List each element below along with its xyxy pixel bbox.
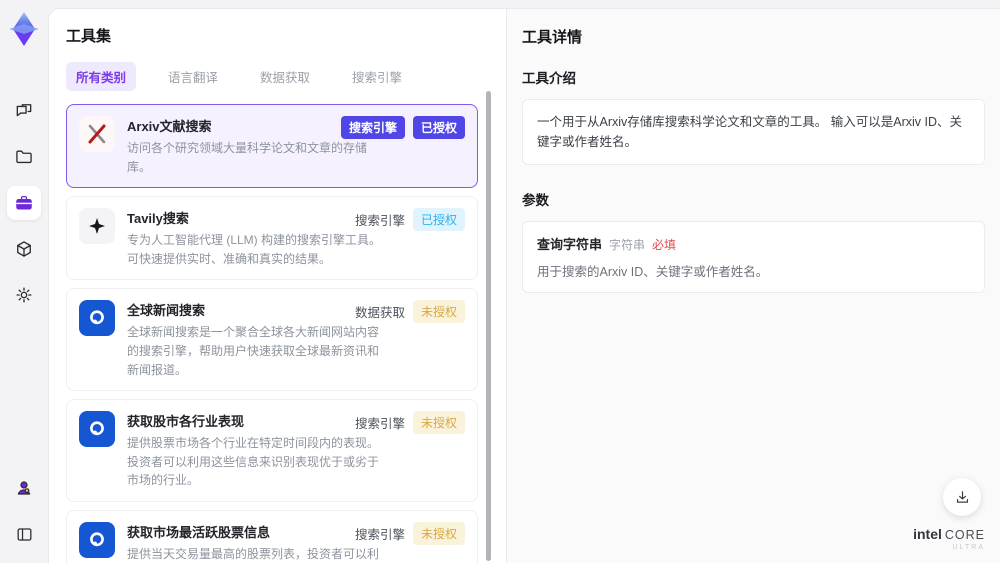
status-badge: 已授权: [412, 116, 465, 139]
status-badge: 未授权: [412, 411, 465, 435]
tool-list-panel: 工具集 所有类别 语言翻译 数据获取 搜索引擎 Arxiv文献搜索 访问各个研究…: [49, 9, 506, 563]
briefcase-icon: [16, 196, 32, 210]
category-tabs: 所有类别 语言翻译 数据获取 搜索引擎: [66, 62, 482, 91]
tab-search-engine[interactable]: 搜索引擎: [342, 62, 412, 91]
status-badge: 未授权: [412, 300, 465, 324]
param-desc: 用于搜索的Arxiv ID、关键字或作者姓名。: [537, 265, 769, 279]
tool-name: 获取股市各行业表现: [127, 414, 245, 430]
param-required-badge: 必填: [652, 238, 677, 252]
chat-icon: [16, 104, 32, 117]
detail-title: 工具详情: [522, 29, 583, 46]
user-avatar[interactable]: [7, 471, 41, 505]
tool-card-tavily[interactable]: Tavily搜索 专为人工智能代理 (LLM) 构建的搜索引擎工具。可快速提供实…: [66, 196, 478, 281]
param-card: 查询字符串 字符串 必填 用于搜索的Arxiv ID、关键字或作者姓名。: [522, 221, 985, 293]
download-button[interactable]: [943, 478, 981, 516]
rail-item-chat[interactable]: [7, 94, 41, 128]
category-label: 数据获取: [354, 306, 405, 321]
intro-text: 一个用于从Arxiv存储库搜索科学论文和文章的工具。 输入可以是Arxiv ID…: [537, 115, 963, 149]
status-badge: 已授权: [412, 208, 465, 232]
list-scrollbar[interactable]: [486, 91, 491, 561]
tool-card-arxiv[interactable]: Arxiv文献搜索 访问各个研究领域大量科学论文和文章的存储库。 搜索引擎 已授…: [66, 104, 478, 189]
tool-card-list: Arxiv文献搜索 访问各个研究领域大量科学论文和文章的存储库。 搜索引擎 已授…: [66, 104, 478, 563]
tab-language-translation[interactable]: 语言翻译: [158, 62, 228, 91]
download-icon: [956, 490, 968, 503]
params-heading: 参数: [522, 193, 549, 208]
tool-name: Tavily搜索: [127, 211, 189, 227]
left-rail: [0, 0, 48, 563]
brand-core: core: [944, 527, 985, 542]
tab-data-fetch[interactable]: 数据获取: [250, 62, 320, 91]
category-label: 搜索引擎: [354, 214, 405, 229]
news-q-logo-icon: [79, 411, 115, 448]
tool-desc: 专为人工智能代理 (LLM) 构建的搜索引擎工具。可快速提供实时、准确和真实的结…: [127, 233, 382, 266]
tool-desc: 全球新闻搜索是一个聚合全球各大新闻网站内容的搜索引擎，帮助用户快速获取全球最新资…: [127, 325, 380, 377]
brand-sub: ULTRA: [952, 544, 985, 552]
status-badge: 未授权: [412, 521, 465, 545]
param-type: 字符串: [609, 238, 646, 252]
tool-detail-panel: 工具详情 工具介绍 一个用于从Arxiv存储库搜索科学论文和文章的工具。 输入可…: [507, 9, 1000, 563]
news-q-logo-icon: [79, 300, 115, 337]
tool-desc: 访问各个研究领域大量科学论文和文章的存储库。: [127, 141, 368, 174]
tool-desc: 提供股票市场各个行业在特定时间段内的表现。投资者可以利用这些信息来识别表现优于或…: [127, 436, 380, 488]
category-label: 搜索引擎: [354, 417, 405, 432]
folder-icon: [16, 150, 32, 164]
collapse-sidebar-button[interactable]: [7, 517, 41, 551]
panel-left-icon: [17, 527, 31, 541]
brand-intel: intel: [913, 525, 942, 542]
rail-item-packages[interactable]: [7, 232, 41, 266]
tool-name: 全球新闻搜索: [127, 303, 206, 319]
param-name: 查询字符串: [537, 237, 603, 252]
intro-card: 一个用于从Arxiv存储库搜索科学论文和文章的工具。 输入可以是Arxiv ID…: [522, 99, 985, 165]
page-title: 工具集: [66, 28, 112, 45]
tool-card-global-news[interactable]: 全球新闻搜索 全球新闻搜索是一个聚合全球各大新闻网站内容的搜索引擎，帮助用户快速…: [66, 288, 478, 392]
rail-item-settings[interactable]: [7, 278, 41, 312]
rail-item-toolbox[interactable]: [7, 186, 41, 220]
tool-card-most-active-stocks[interactable]: 获取市场最活跃股票信息 提供当天交易量最高的股票列表，投资者可以利用这些信息来识…: [66, 509, 478, 563]
intro-heading: 工具介绍: [522, 71, 576, 86]
tool-desc: 提供当天交易量最高的股票列表，投资者可以利用这些信息来识别流动性强的股票和潜在的…: [127, 546, 380, 561]
category-label: 搜索引擎: [354, 527, 405, 542]
app-logo-icon: [9, 12, 39, 46]
intel-core-logo: intel core ULTRA: [913, 525, 985, 552]
arxiv-logo-icon: [79, 116, 115, 152]
main-content: 工具集 所有类别 语言翻译 数据获取 搜索引擎 Arxiv文献搜索 访问各个研究…: [48, 8, 1000, 563]
cube-icon: [17, 241, 31, 257]
gear-icon: [16, 287, 32, 303]
news-q-logo-icon: [79, 521, 115, 558]
four-point-star-icon: [79, 208, 115, 245]
tool-card-sector-performance[interactable]: 获取股市各行业表现 提供股票市场各个行业在特定时间段内的表现。投资者可以利用这些…: [66, 399, 478, 502]
category-badge: 搜索引擎: [340, 116, 405, 139]
rail-item-folder[interactable]: [7, 140, 41, 174]
tab-all-categories[interactable]: 所有类别: [66, 62, 137, 91]
tool-name: 获取市场最活跃股票信息: [127, 524, 271, 540]
person-icon: [17, 481, 31, 495]
